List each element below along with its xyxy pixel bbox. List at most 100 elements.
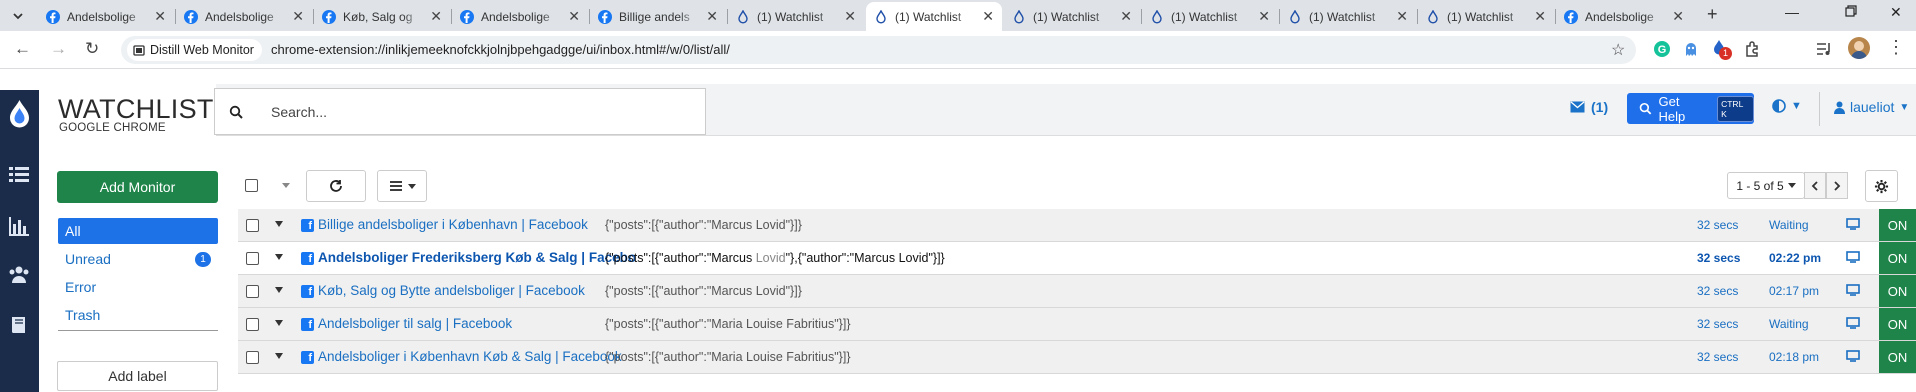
select-menu-caret-icon[interactable] <box>282 183 290 188</box>
local-device-icon[interactable] <box>1846 350 1860 362</box>
monitor-name[interactable]: Køb, Salg og Bytte andelsboliger | Faceb… <box>318 283 636 298</box>
bookmark-star-icon[interactable]: ☆ <box>1611 40 1625 60</box>
add-monitor-button[interactable]: Add Monitor <box>57 171 218 203</box>
get-help-button[interactable]: Get Help CTRL K <box>1627 93 1754 124</box>
row-expand-caret-icon[interactable] <box>275 320 283 326</box>
row-checkbox[interactable] <box>246 285 259 298</box>
browser-tab[interactable]: (1) Watchlist ✕ <box>1280 2 1416 31</box>
search-icon[interactable] <box>215 89 257 134</box>
book-icon[interactable] <box>8 314 30 336</box>
list-view-icon[interactable] <box>8 164 30 186</box>
media-controls-icon[interactable] <box>1815 40 1833 58</box>
monitor-row[interactable]: f Køb, Salg og Bytte andelsboliger | Fac… <box>238 275 1916 308</box>
monitor-row[interactable]: f Andelsboliger Frederiksberg Køb & Salg… <box>238 242 1916 275</box>
tab-close-icon[interactable]: ✕ <box>1534 8 1546 25</box>
sidebar-item-unread[interactable]: Unread 1 <box>58 246 218 272</box>
shortcut-hint: CTRL K <box>1717 95 1754 122</box>
local-device-icon[interactable] <box>1846 218 1860 230</box>
tab-close-icon[interactable]: ✕ <box>292 8 304 25</box>
row-checkbox[interactable] <box>246 252 259 265</box>
tab-search-chevron-icon[interactable] <box>6 4 30 28</box>
monitor-status: 02:18 pm <box>1769 350 1820 364</box>
search-input[interactable] <box>271 101 691 123</box>
forward-arrow-icon[interactable]: → <box>50 39 67 59</box>
tab-close-icon[interactable]: ✕ <box>430 8 442 25</box>
tab-close-icon[interactable]: ✕ <box>844 8 856 25</box>
monitor-name[interactable]: Andelsboliger i København Køb & Salg | F… <box>318 349 636 364</box>
back-arrow-icon[interactable]: ← <box>14 39 31 59</box>
tab-close-icon[interactable]: ✕ <box>568 8 580 25</box>
local-device-icon[interactable] <box>1846 284 1860 296</box>
restore-icon[interactable] <box>1845 4 1857 20</box>
browser-tab[interactable]: Andelsbolige ✕ <box>452 2 588 31</box>
row-expand-caret-icon[interactable] <box>275 353 283 359</box>
sidebar-item-error[interactable]: Error <box>58 274 218 300</box>
browser-tab[interactable]: (1) Watchlist ✕ <box>866 2 1002 31</box>
notifications-button[interactable]: (1) <box>1570 99 1608 115</box>
close-window-icon[interactable]: ✕ <box>1890 4 1902 21</box>
tab-close-icon[interactable]: ✕ <box>1396 8 1408 25</box>
site-info-chip[interactable]: Distill Web Monitor <box>127 39 262 61</box>
monitor-toggle[interactable]: ON <box>1879 275 1916 307</box>
profile-avatar[interactable] <box>1848 37 1870 59</box>
monitor-name[interactable]: Billige andelsboliger i København | Face… <box>318 217 636 232</box>
tab-close-icon[interactable]: ✕ <box>1672 8 1684 25</box>
next-page-icon[interactable] <box>1826 172 1848 199</box>
minimize-icon[interactable]: — <box>1785 4 1799 20</box>
monitor-toggle[interactable]: ON <box>1879 209 1916 241</box>
url-text[interactable]: chrome-extension://inlikjemeeknofckkjoln… <box>271 42 730 57</box>
list-actions-menu[interactable] <box>377 170 427 202</box>
theme-toggle-button[interactable]: ▼ <box>1772 99 1802 113</box>
distill-extension-button[interactable]: 1 <box>1710 38 1733 60</box>
users-group-icon[interactable] <box>8 264 30 286</box>
sidebar-item-all[interactable]: All <box>58 218 218 244</box>
row-checkbox[interactable] <box>246 318 259 331</box>
refresh-button[interactable] <box>306 170 366 202</box>
browser-tab[interactable]: Køb, Salg og ✕ <box>314 2 450 31</box>
tab-close-icon[interactable]: ✕ <box>706 8 718 25</box>
browser-tab[interactable]: (1) Watchlist ✕ <box>1004 2 1140 31</box>
browser-tab[interactable]: Billige andels ✕ <box>590 2 726 31</box>
user-menu-button[interactable]: laueliot ▼ <box>1834 99 1909 115</box>
tab-close-icon[interactable]: ✕ <box>1120 8 1132 25</box>
settings-button[interactable] <box>1865 170 1898 202</box>
monitor-toggle[interactable]: ON <box>1879 242 1916 274</box>
browser-tab[interactable]: (1) Watchlist ✕ <box>728 2 864 31</box>
ghost-extension-icon[interactable] <box>1682 40 1700 58</box>
chrome-menu-icon[interactable]: ⋮ <box>1887 37 1905 58</box>
distill-logo-icon[interactable] <box>6 98 33 132</box>
select-all-checkbox[interactable] <box>245 179 258 192</box>
browser-tab[interactable]: Andelsbolige ✕ <box>176 2 312 31</box>
row-expand-caret-icon[interactable] <box>275 287 283 293</box>
monitor-row[interactable]: f Andelsboliger til salg | Facebook {"po… <box>238 308 1916 341</box>
monitor-name[interactable]: Andelsboliger til salg | Facebook <box>318 316 636 331</box>
prev-page-icon[interactable] <box>1804 172 1826 199</box>
browser-tab[interactable]: Andelsbolige ✕ <box>1556 2 1692 31</box>
row-expand-caret-icon[interactable] <box>275 254 283 260</box>
monitor-row[interactable]: f Billige andelsboliger i København | Fa… <box>238 209 1916 242</box>
reload-icon[interactable]: ↻ <box>85 39 99 59</box>
sidebar-item-trash[interactable]: Trash <box>58 302 218 328</box>
browser-tab[interactable]: (1) Watchlist ✕ <box>1142 2 1278 31</box>
row-expand-caret-icon[interactable] <box>275 221 283 227</box>
new-tab-plus-icon[interactable]: + <box>1707 4 1718 25</box>
monitor-row[interactable]: f Andelsboliger i København Køb & Salg |… <box>238 341 1916 374</box>
monitor-name[interactable]: Andelsboliger Frederiksberg Køb & Salg |… <box>318 250 636 265</box>
browser-tab[interactable]: (1) Watchlist ✕ <box>1418 2 1554 31</box>
tab-close-icon[interactable]: ✕ <box>1258 8 1270 25</box>
local-device-icon[interactable] <box>1846 251 1860 263</box>
row-checkbox[interactable] <box>246 219 259 232</box>
monitor-toggle[interactable]: ON <box>1879 308 1916 340</box>
tab-close-icon[interactable]: ✕ <box>154 8 166 25</box>
grammarly-icon[interactable]: G <box>1653 40 1671 58</box>
row-checkbox[interactable] <box>246 351 259 364</box>
extensions-puzzle-icon[interactable] <box>1744 40 1762 58</box>
address-bar[interactable]: Distill Web Monitor chrome-extension://i… <box>121 36 1636 64</box>
browser-tab[interactable]: Andelsbolige ✕ <box>38 2 174 31</box>
local-device-icon[interactable] <box>1846 317 1860 329</box>
pagination-dropdown[interactable]: 1 - 5 of 5 <box>1727 172 1805 199</box>
monitor-toggle[interactable]: ON <box>1879 341 1916 373</box>
add-label-button[interactable]: Add label <box>57 361 218 391</box>
tab-close-icon[interactable]: ✕ <box>982 8 994 25</box>
bar-chart-icon[interactable] <box>8 214 30 236</box>
